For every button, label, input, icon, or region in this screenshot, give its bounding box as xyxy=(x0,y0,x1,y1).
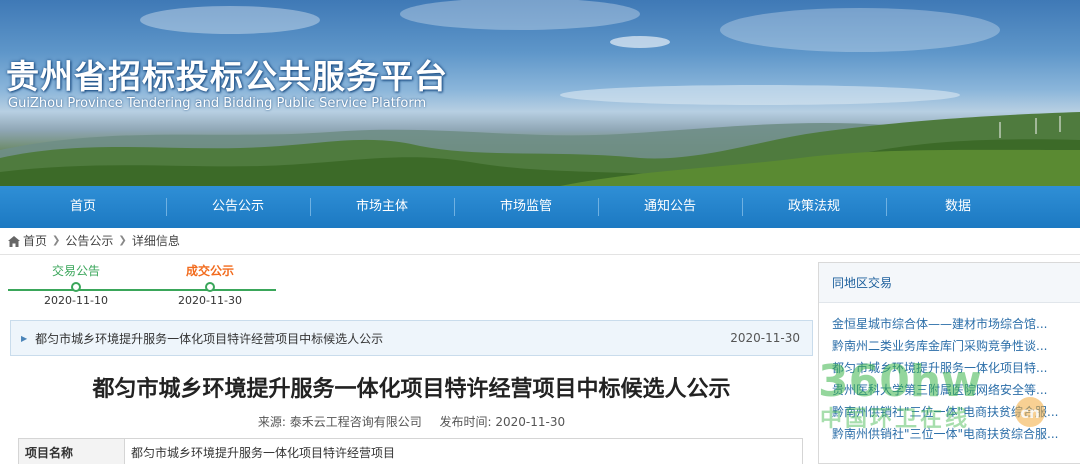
home-icon xyxy=(8,235,20,247)
nav-item-home[interactable]: 首页 xyxy=(0,186,166,228)
timeline-dot xyxy=(205,282,215,292)
header-banner: 贵州省招标投标公共服务平台 GuiZhou Province Tendering… xyxy=(0,0,1080,186)
main-nav: 首页 公告公示 市场主体 市场监管 通知公告 政策法规 数据 xyxy=(0,186,1080,228)
article-publish-time: 发布时间: 2020-11-30 xyxy=(439,415,566,429)
article-source: 来源: 泰禾云工程咨询有限公司 xyxy=(257,415,422,429)
table-key: 项目名称 xyxy=(18,438,125,464)
timeline-step-tender[interactable]: 交易公告 2020-11-10 xyxy=(31,262,121,307)
list-item[interactable]: 都匀市城乡环境提升服务一体化项目特... xyxy=(832,357,1080,379)
list-item[interactable]: 黔南州二类业务库金库门采购竞争性谈... xyxy=(832,335,1080,357)
site-title[interactable]: 贵州省招标投标公共服务平台 xyxy=(6,50,448,98)
breadcrumb-home[interactable]: 首页 xyxy=(23,232,47,250)
nav-item-data[interactable]: 数据 xyxy=(886,186,1030,228)
notice-item[interactable]: ▶ 都匀市城乡环境提升服务一体化项目特许经营项目中标候选人公示 2020-11-… xyxy=(10,320,813,356)
table-row: 项目名称 都匀市城乡环境提升服务一体化项目特许经营项目 xyxy=(18,438,803,464)
caret-right-icon: ▶ xyxy=(21,333,28,343)
sidebar-list: 金恒星城市综合体——建材市场综合馆... 黔南州二类业务库金库门采购竞争性谈..… xyxy=(819,303,1080,445)
timeline-step-result[interactable]: 成交公示 2020-11-30 xyxy=(165,262,255,307)
breadcrumb: 首页 ❯ 公告公示 ❯ 详细信息 xyxy=(8,232,180,250)
list-item[interactable]: 黔南州供销社"三位一体"电商扶贫综合服... xyxy=(832,423,1080,445)
nav-item-notices[interactable]: 通知公告 xyxy=(598,186,742,228)
timeline-step-date: 2020-11-10 xyxy=(44,294,108,307)
article-title: 都匀市城乡环境提升服务一体化项目特许经营项目中标候选人公示 xyxy=(92,377,731,402)
same-region-sidebar: 同地区交易 金恒星城市综合体——建材市场综合馆... 黔南州二类业务库金库门采购… xyxy=(818,262,1080,464)
site-subtitle: GuiZhou Province Tendering and Bidding P… xyxy=(8,96,427,111)
nav-item-policies[interactable]: 政策法规 xyxy=(742,186,886,228)
nav-item-market-entities[interactable]: 市场主体 xyxy=(310,186,454,228)
divider xyxy=(0,254,1080,255)
chevron-right-icon: ❯ xyxy=(118,235,127,246)
list-item[interactable]: 贵州医科大学第三附属医院网络安全等... xyxy=(832,379,1080,401)
table-value: 都匀市城乡环境提升服务一体化项目特许经营项目 xyxy=(124,438,803,464)
article-meta: 来源: 泰禾云工程咨询有限公司 发布时间: 2020-11-30 xyxy=(10,413,813,430)
nav-item-market-supervision[interactable]: 市场监管 xyxy=(454,186,598,228)
progress-timeline: 交易公告 2020-11-10 成交公示 2020-11-30 xyxy=(8,262,278,312)
list-item[interactable]: 金恒星城市综合体——建材市场综合馆... xyxy=(832,313,1080,335)
project-info-table: 项目名称 都匀市城乡环境提升服务一体化项目特许经营项目 xyxy=(18,438,803,464)
list-item[interactable]: 黔南州供销社"三位一体"电商扶贫综合服... xyxy=(832,401,1080,423)
timeline-dot xyxy=(71,282,81,292)
breadcrumb-current: 详细信息 xyxy=(131,234,180,248)
notice-title[interactable]: 都匀市城乡环境提升服务一体化项目特许经营项目中标候选人公示 xyxy=(35,330,730,347)
timeline-step-label: 交易公告 xyxy=(51,264,100,278)
notice-date: 2020-11-30 xyxy=(730,331,800,345)
chevron-right-icon: ❯ xyxy=(52,235,61,246)
timeline-step-date: 2020-11-30 xyxy=(178,294,242,307)
timeline-step-label: 成交公示 xyxy=(185,264,234,278)
nav-item-announcements[interactable]: 公告公示 xyxy=(166,186,310,228)
breadcrumb-announcements[interactable]: 公告公示 xyxy=(65,232,113,250)
sidebar-heading: 同地区交易 xyxy=(819,263,1080,303)
